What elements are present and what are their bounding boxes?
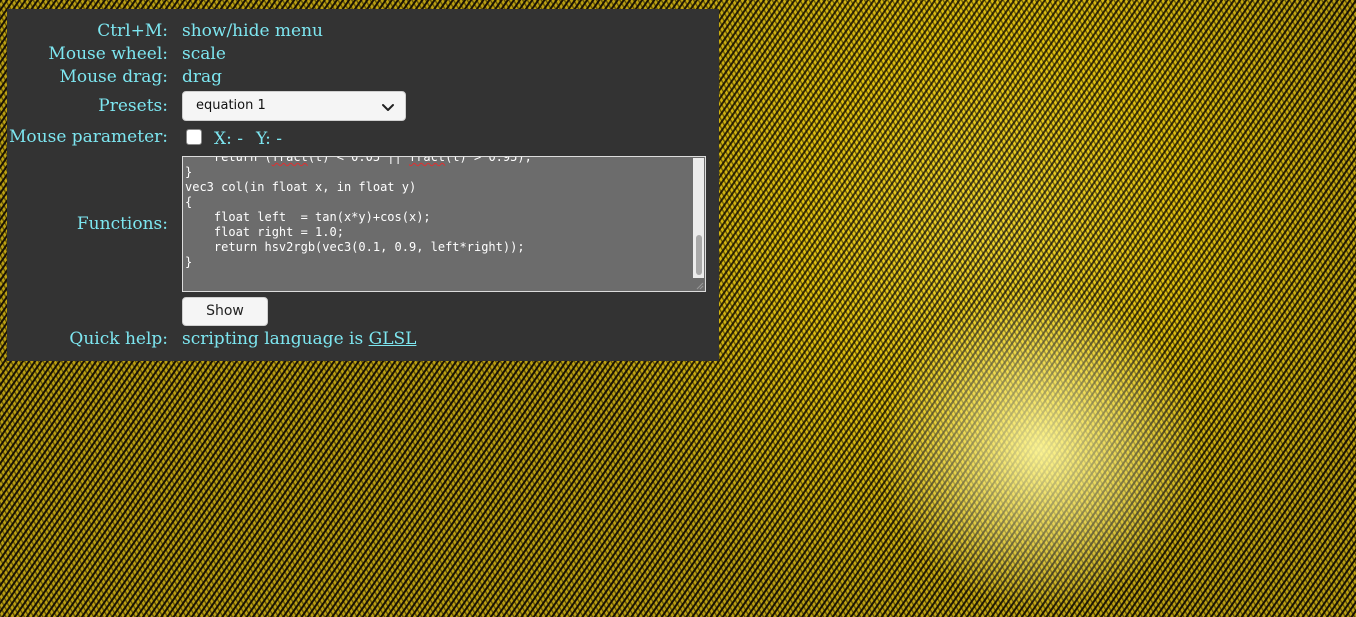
shortcut-value-show-hide: show/hide menu bbox=[182, 21, 323, 41]
code-line-4: { bbox=[185, 195, 193, 209]
chevron-down-icon bbox=[382, 104, 394, 111]
code-line-5: float left = tan(x*y)+cos(x); bbox=[185, 210, 431, 224]
code-token-fract-1: fract bbox=[271, 156, 308, 164]
code-line-3: vec3 col(in float x, in float y) bbox=[185, 180, 417, 194]
presets-select[interactable]: equation 1 bbox=[182, 91, 406, 121]
quick-help-text-row: scripting language is GLSL bbox=[182, 329, 416, 349]
resize-grip-icon[interactable] bbox=[694, 280, 704, 290]
shortcut-label-mouse-wheel: Mouse wheel: bbox=[48, 44, 168, 64]
functions-code-editor[interactable]: return (fract(t) < 0.05 || fract(t) > 0.… bbox=[182, 156, 706, 292]
functions-code: return (fract(t) < 0.05 || fract(t) > 0.… bbox=[185, 156, 532, 270]
code-scrollbar-thumb[interactable] bbox=[696, 235, 702, 275]
code-line-6: float right = 1.0; bbox=[185, 225, 344, 239]
quick-help-text: scripting language is bbox=[182, 329, 364, 349]
glsl-link[interactable]: GLSL bbox=[369, 329, 417, 349]
mouse-y-readout: Y: - bbox=[256, 129, 282, 149]
presets-label: Presets: bbox=[98, 96, 168, 116]
functions-label: Functions: bbox=[76, 214, 168, 234]
shortcut-value-drag: drag bbox=[182, 67, 223, 87]
mouse-parameter-label: Mouse parameter: bbox=[9, 127, 168, 147]
mouse-x-readout: X: - bbox=[214, 129, 243, 149]
code-line-7: return hsv2rgb(vec3(0.1, 0.9, left*right… bbox=[185, 240, 525, 254]
mouse-parameter-checkbox[interactable] bbox=[186, 129, 202, 145]
shortcut-label-ctrl-m: Ctrl+M: bbox=[97, 21, 168, 41]
presets-selected-value: equation 1 bbox=[196, 98, 266, 113]
show-button[interactable]: Show bbox=[182, 297, 268, 326]
shortcut-value-scale: scale bbox=[182, 44, 226, 64]
quick-help-label: Quick help: bbox=[69, 329, 168, 349]
shortcut-label-mouse-drag: Mouse drag: bbox=[59, 67, 168, 87]
code-line-8: } bbox=[185, 255, 193, 269]
code-line-1: return (fract(t) < 0.05 || fract(t) > 0.… bbox=[185, 156, 532, 164]
settings-menu-panel: Ctrl+M: show/hide menu Mouse wheel: scal… bbox=[7, 9, 719, 361]
code-line-2: } bbox=[185, 165, 193, 179]
code-token-fract-2: fract bbox=[408, 156, 446, 164]
